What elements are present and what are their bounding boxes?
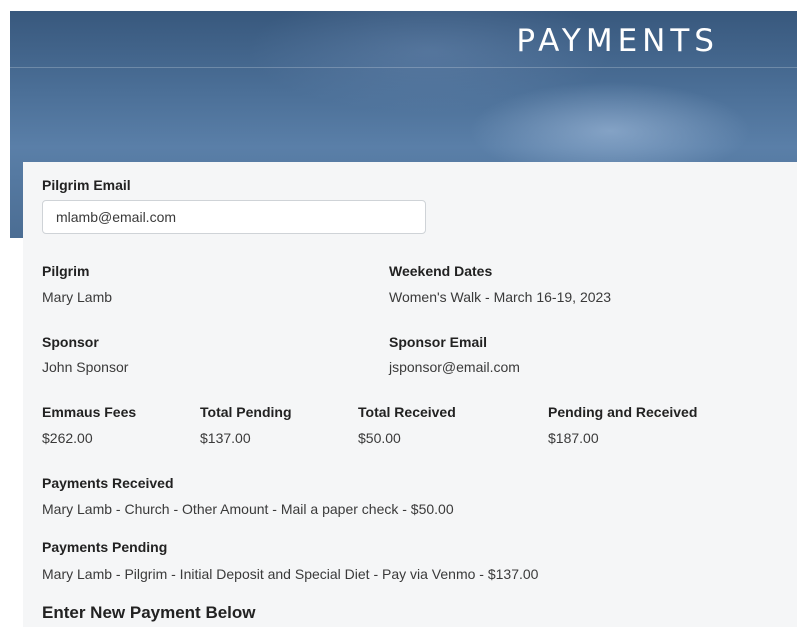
pending-and-received-value: $187.00 <box>548 430 599 446</box>
sponsor-value: John Sponsor <box>42 359 129 375</box>
payments-pending-label: Payments Pending <box>42 539 168 555</box>
pending-and-received-label: Pending and Received <box>548 404 698 420</box>
emmaus-fees-label: Emmaus Fees <box>42 404 137 420</box>
payments-received-label: Payments Received <box>42 475 174 491</box>
emmaus-fees-value: $262.00 <box>42 430 93 446</box>
payment-pending-item: Mary Lamb - Pilgrim - Initial Deposit an… <box>42 566 539 582</box>
weekend-dates-value: Women's Walk - March 16-19, 2023 <box>389 289 612 305</box>
pilgrim-email-input[interactable] <box>42 200 426 234</box>
total-received-value: $50.00 <box>358 430 401 446</box>
total-pending-label: Total Pending <box>200 404 292 420</box>
pilgrim-value: Mary Lamb <box>42 289 113 305</box>
total-received-label: Total Received <box>358 404 456 420</box>
sponsor-email-value: jsponsor@email.com <box>389 359 520 375</box>
new-payment-heading: Enter New Payment Below <box>42 603 256 622</box>
pilgrim-email-label: Pilgrim Email <box>42 177 131 193</box>
sponsor-email-label: Sponsor Email <box>389 334 488 350</box>
pilgrim-label: Pilgrim <box>42 263 90 279</box>
payment-received-item: Mary Lamb - Church - Other Amount - Mail… <box>42 501 454 517</box>
total-pending-value: $137.00 <box>200 430 251 446</box>
page-title: PAYMENTS <box>516 23 719 59</box>
payment-form-card: Pilgrim Email Pilgrim Mary Lamb Weekend … <box>23 162 797 627</box>
weekend-dates-label: Weekend Dates <box>389 263 493 279</box>
banner-divider <box>10 67 797 68</box>
sponsor-label: Sponsor <box>42 334 99 350</box>
